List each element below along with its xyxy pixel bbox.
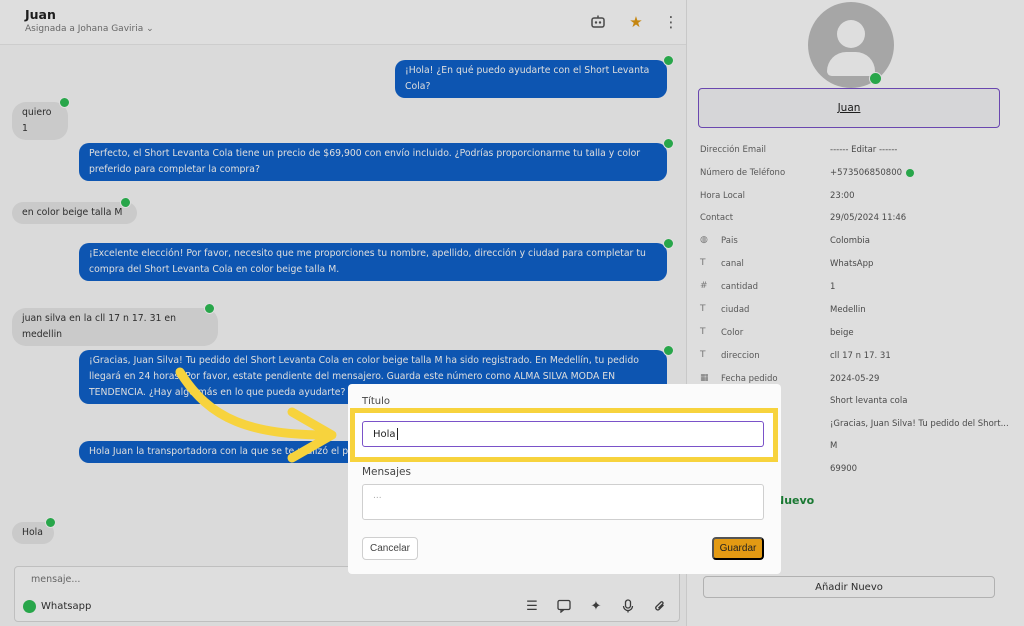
tutorial-arrow [175, 367, 337, 463]
